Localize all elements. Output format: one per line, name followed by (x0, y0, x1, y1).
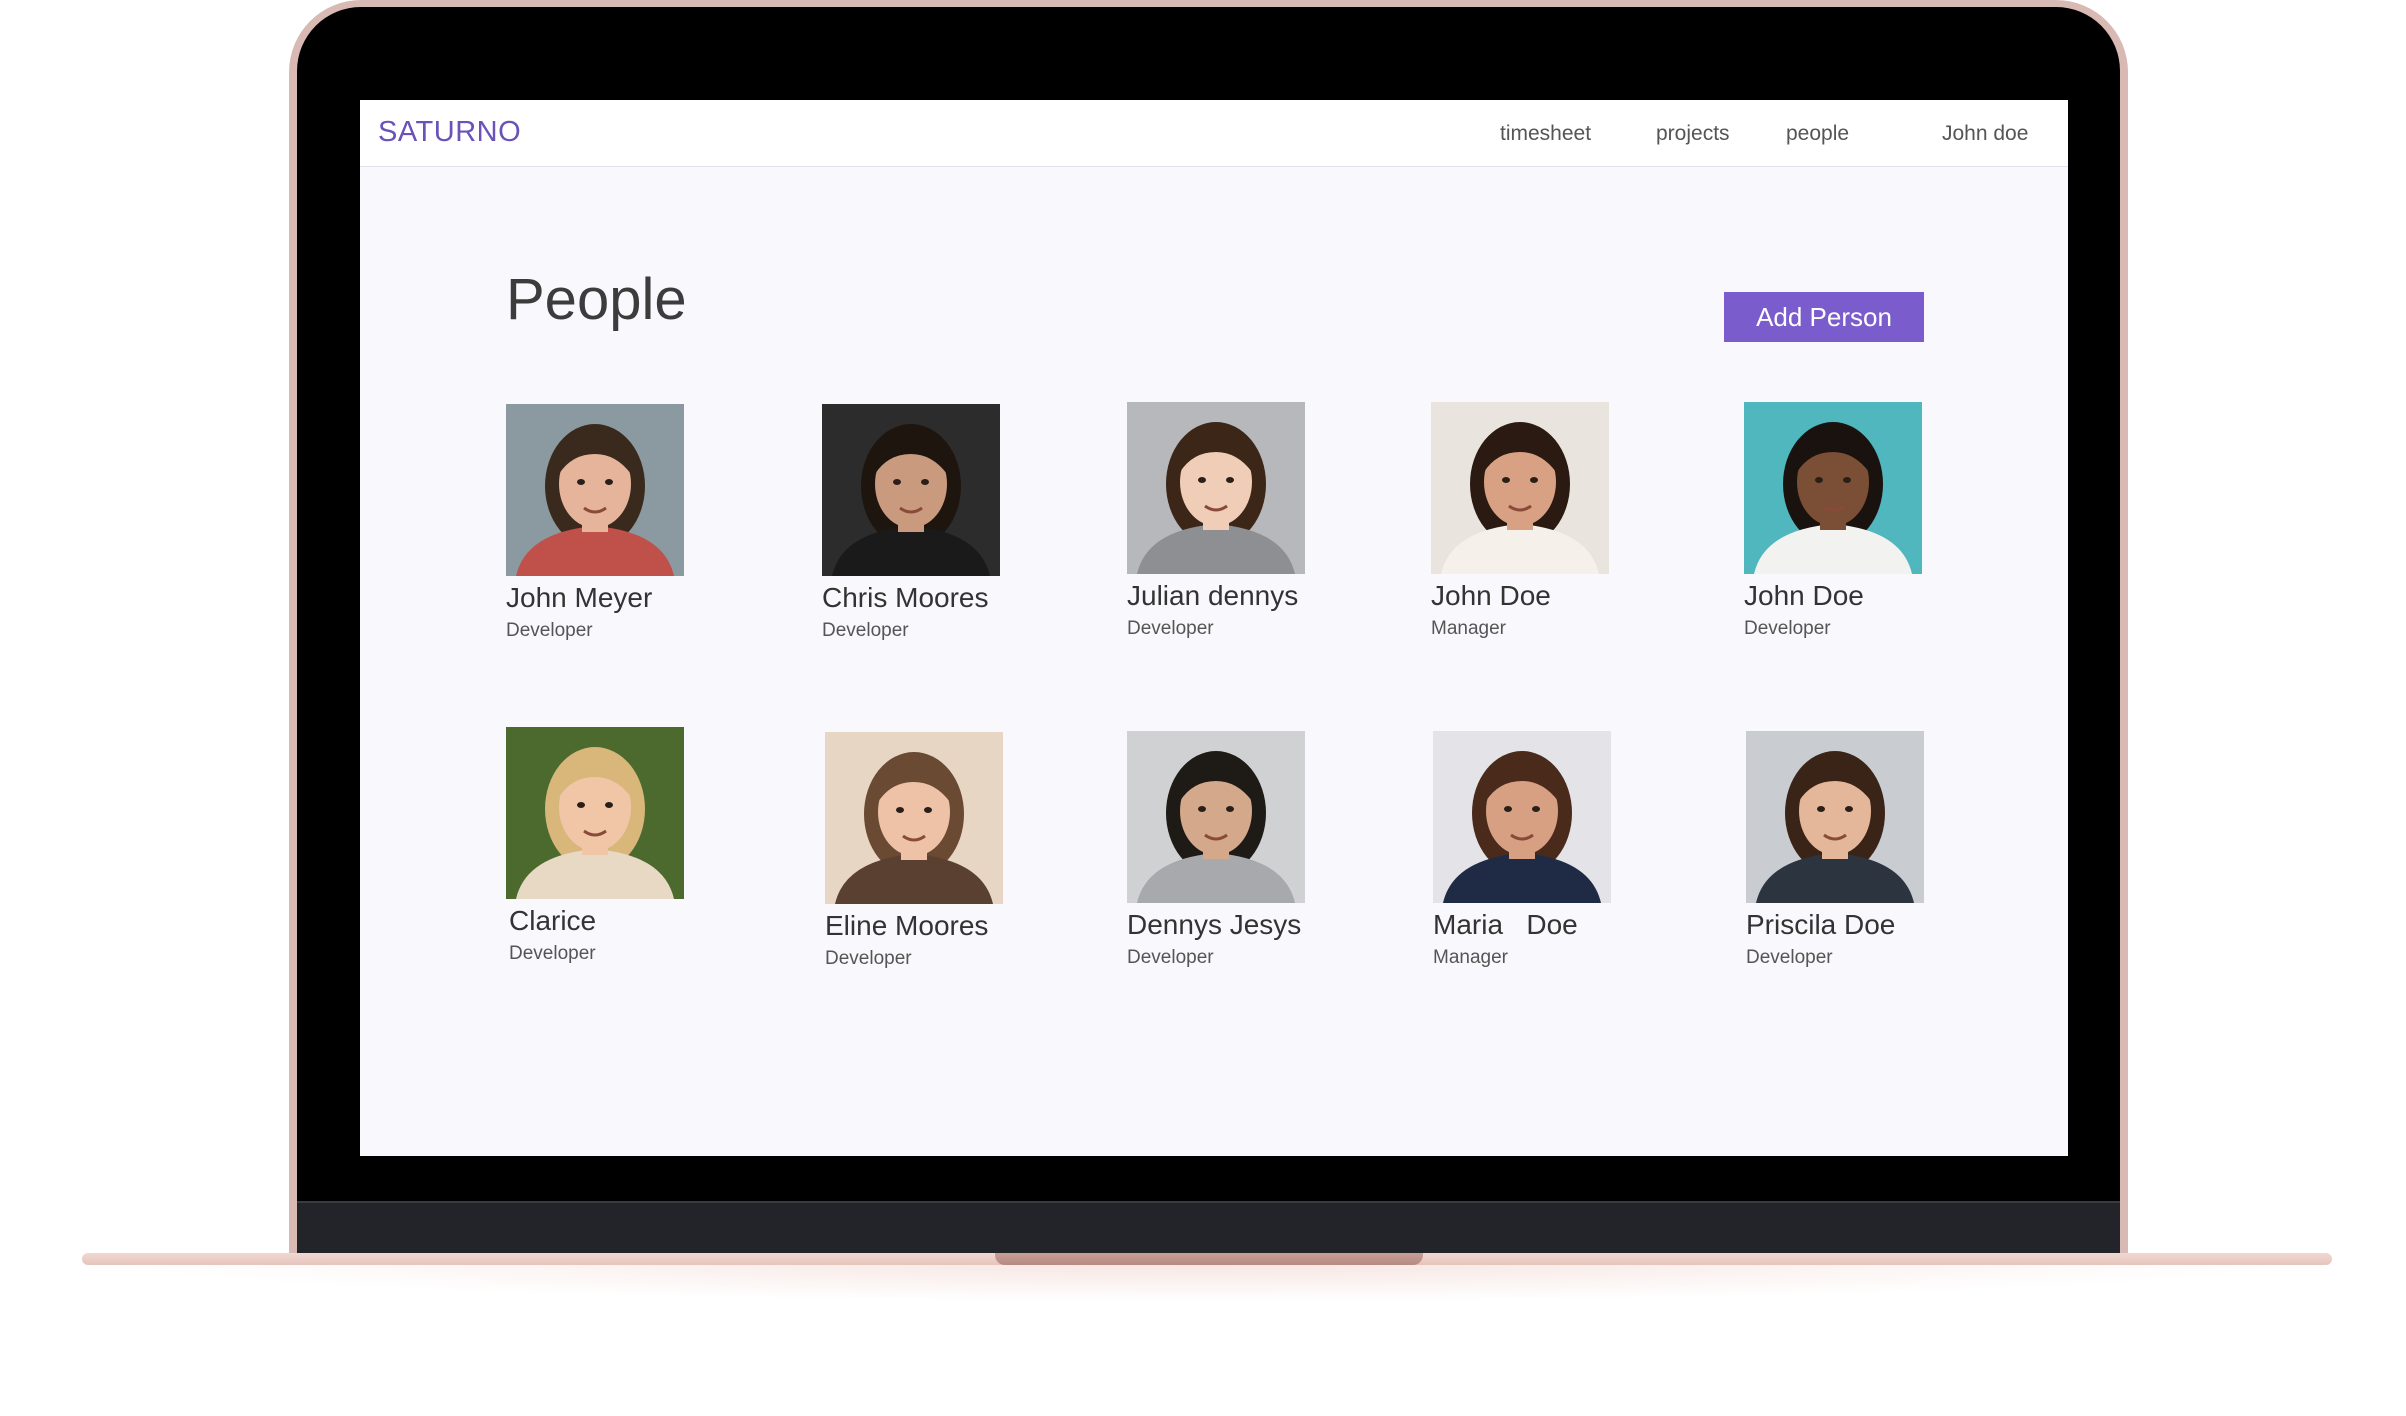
person-card[interactable]: Chris Moores Developer (822, 404, 1042, 642)
page-title: People (506, 267, 687, 332)
avatar (1746, 731, 1924, 903)
avatar (506, 727, 684, 899)
avatar (1433, 731, 1611, 903)
person-role: Developer (825, 948, 912, 969)
person-role: Developer (822, 620, 909, 641)
person-card[interactable]: Clarice Developer (506, 727, 726, 965)
person-card[interactable]: Julian dennys Developer (1127, 402, 1347, 640)
avatar (1127, 402, 1305, 574)
person-role: Developer (509, 943, 596, 964)
person-name: John Meyer (506, 582, 653, 613)
person-name: Julian dennys (1127, 580, 1299, 611)
laptop-notch (995, 1253, 1423, 1265)
person-card[interactable]: Dennys Jesys Developer (1127, 731, 1347, 969)
person-role: Developer (506, 620, 593, 641)
laptop-shadow (110, 1262, 2300, 1302)
person-name: John Doe (1744, 580, 1864, 611)
person-name: Clarice (509, 905, 597, 936)
avatar (825, 732, 1003, 904)
avatar (1127, 731, 1305, 903)
person-name: Priscila Doe (1746, 909, 1896, 940)
app-screen: SATURNO timesheet projects people John d… (360, 100, 2068, 1156)
add-person-button[interactable]: Add Person (1724, 292, 1924, 342)
person-name: Chris Moores (822, 582, 989, 613)
person-role: Developer (1746, 947, 1833, 968)
person-card[interactable]: John Doe Manager (1431, 402, 1651, 640)
person-role: Developer (1127, 947, 1214, 968)
nav-timesheet[interactable]: timesheet (1500, 122, 1591, 146)
person-role: Developer (1744, 618, 1831, 639)
person-role: Developer (1127, 618, 1214, 639)
person-role: Manager (1433, 947, 1508, 968)
avatar (506, 404, 684, 576)
avatar (822, 404, 1000, 576)
person-name: Eline Moores (825, 910, 989, 941)
nav-user-menu[interactable]: John doe (1942, 122, 2028, 146)
person-card[interactable]: John Doe Developer (1744, 402, 1964, 640)
nav-people[interactable]: people (1786, 122, 1849, 146)
person-card[interactable]: Eline Moores Developer (825, 732, 1045, 970)
top-navbar: SATURNO timesheet projects people John d… (360, 100, 2068, 167)
person-role: Manager (1431, 618, 1506, 639)
person-card[interactable]: John Meyer Developer (506, 404, 726, 642)
nav-projects[interactable]: projects (1656, 122, 1730, 146)
person-name: Maria Doe (1433, 909, 1578, 940)
avatar (1744, 402, 1922, 574)
app-logo[interactable]: SATURNO (378, 116, 521, 149)
person-name: John Doe (1431, 580, 1551, 611)
person-card[interactable]: Priscila Doe Developer (1746, 731, 1966, 969)
person-name: Dennys Jesys (1127, 909, 1302, 940)
avatar (1431, 402, 1609, 574)
person-card[interactable]: Maria Doe Manager (1433, 731, 1653, 969)
